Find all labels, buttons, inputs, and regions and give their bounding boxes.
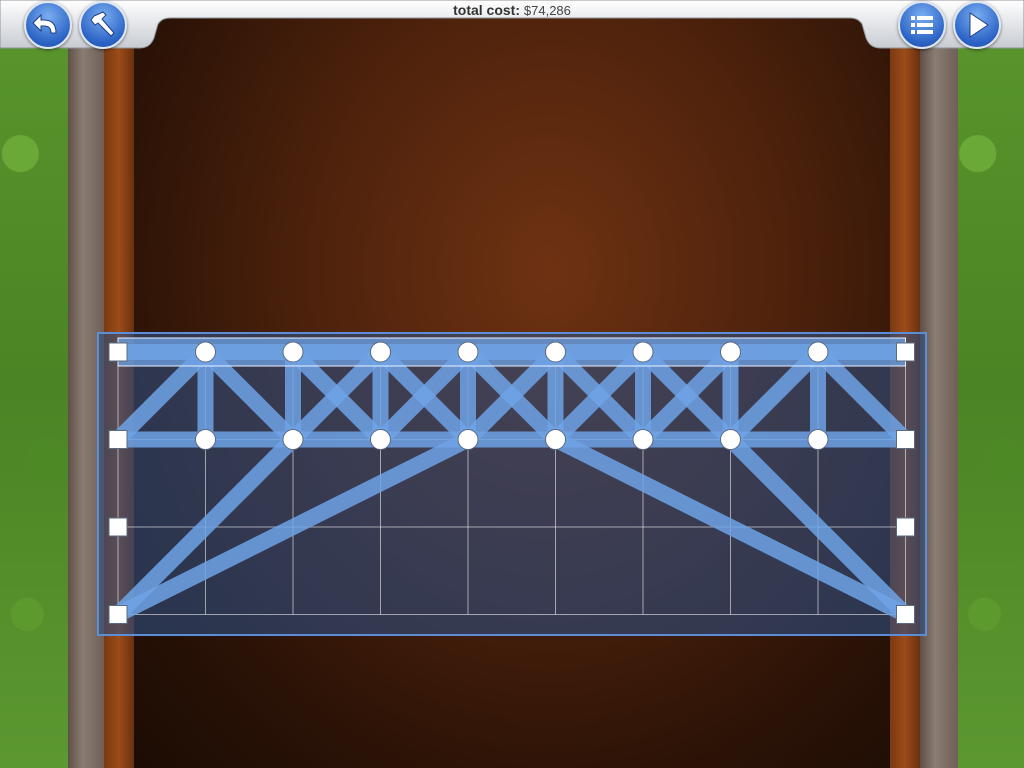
joint-node[interactable] xyxy=(282,341,304,363)
anchor-point[interactable] xyxy=(108,430,128,449)
anchor-point[interactable] xyxy=(896,342,915,362)
joint-node[interactable] xyxy=(545,429,566,450)
anchor-point[interactable] xyxy=(896,605,915,624)
joint-node[interactable] xyxy=(545,341,566,363)
back-button[interactable] xyxy=(24,1,72,49)
joint-node[interactable] xyxy=(807,429,829,450)
back-arrow-icon xyxy=(32,13,57,34)
build-button[interactable] xyxy=(79,1,127,49)
anchor-point[interactable] xyxy=(108,605,128,624)
anchor-point[interactable] xyxy=(108,342,128,362)
top-toolbar: total cost: $74,286 xyxy=(0,0,1024,50)
joint-node[interactable] xyxy=(720,429,741,450)
anchor-point[interactable] xyxy=(896,517,915,537)
menu-button[interactable] xyxy=(898,1,946,49)
road-deck[interactable] xyxy=(117,337,906,367)
hammer-icon xyxy=(90,11,115,37)
joint-node[interactable] xyxy=(720,341,741,363)
joint-node[interactable] xyxy=(195,341,216,363)
bridge-editor[interactable] xyxy=(0,0,1024,768)
joint-node[interactable] xyxy=(632,341,654,363)
total-cost-value: $74,286 xyxy=(523,3,571,18)
total-cost-label: total cost: xyxy=(453,2,520,18)
play-button[interactable] xyxy=(953,1,1001,49)
anchor-point[interactable] xyxy=(108,517,128,537)
joint-node[interactable] xyxy=(632,429,654,450)
play-icon xyxy=(969,12,989,38)
joint-node[interactable] xyxy=(807,341,829,363)
joint-node[interactable] xyxy=(370,429,391,450)
joint-node[interactable] xyxy=(370,341,391,363)
joint-node[interactable] xyxy=(457,341,479,363)
joint-node[interactable] xyxy=(282,429,304,450)
list-icon xyxy=(911,16,933,34)
joint-node[interactable] xyxy=(195,429,216,450)
joint-node[interactable] xyxy=(457,429,479,450)
anchor-point[interactable] xyxy=(896,430,915,449)
total-cost-display: total cost: $74,286 xyxy=(0,2,1024,18)
